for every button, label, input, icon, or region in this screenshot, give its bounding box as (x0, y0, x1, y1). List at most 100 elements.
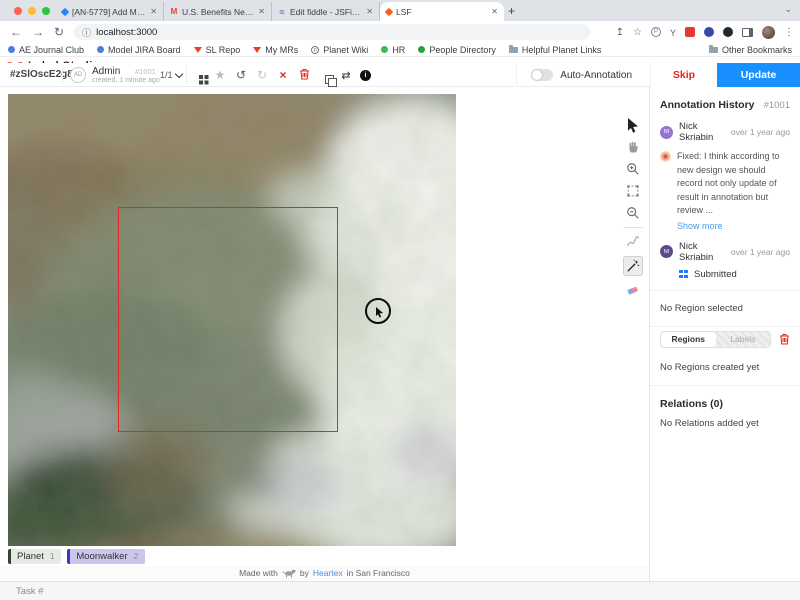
rectangle-region[interactable] (118, 207, 338, 432)
submitted-status: Submitted (650, 265, 800, 290)
image-canvas[interactable] (8, 94, 456, 546)
zoom-out-tool-icon[interactable] (623, 205, 643, 221)
submitted-icon (679, 270, 688, 279)
window-controls[interactable] (14, 7, 50, 15)
tab-jsfiddle[interactable]: Edit fiddle - JSFiddle - Code P ✕ (272, 2, 380, 21)
browser-menu-icon[interactable]: ⋮ (784, 27, 794, 38)
undo-icon[interactable]: ↺ (234, 68, 248, 82)
bookmark-hr[interactable]: HR (381, 45, 405, 55)
bookmark-people-directory[interactable]: People Directory (418, 45, 496, 55)
made-with-text: Made with (239, 568, 278, 578)
segmented-control: Regions Labels (660, 331, 771, 348)
regions-labels-switcher: Regions Labels (650, 327, 800, 356)
forward-icon[interactable]: → (32, 25, 44, 39)
bookmark-my-mrs[interactable]: My MRs (253, 45, 298, 55)
browser-tab-strip: [AN-5779] Add Magic Wand f ✕ U.S. Benefit… (0, 0, 800, 21)
share-icon[interactable]: ↥ (616, 27, 624, 38)
close-tab-icon[interactable]: ✕ (366, 7, 373, 16)
move-tool-icon[interactable] (623, 117, 643, 133)
reload-icon[interactable]: ↻ (54, 25, 64, 39)
magic-wand-tool-icon[interactable] (623, 256, 643, 276)
extension-red-icon[interactable] (685, 27, 695, 37)
site-info-icon[interactable]: ⓘ (82, 26, 91, 39)
history-entry[interactable]: NI Nick Skriabin over 1 year ago (650, 119, 800, 145)
tab-title: U.S. Benefits News - Open En (182, 7, 254, 17)
history-comment: Fixed: I think according to new design w… (650, 145, 800, 218)
auto-annotation-control: Auto-Annotation (516, 63, 650, 87)
fullscreen-window-icon[interactable] (42, 7, 50, 15)
ground-truth-star-icon[interactable]: ★ (213, 68, 227, 82)
extension-blue-icon[interactable] (704, 27, 714, 37)
browser-bookmarks-bar: AE Journal Club Model JIRA Board SL Repo… (0, 43, 800, 57)
zoom-in-tool-icon[interactable] (623, 161, 643, 177)
annotation-history-id: #1001 (764, 100, 790, 111)
pan-tool-icon[interactable] (623, 139, 643, 155)
tab-search-chevron-icon[interactable]: ⌄ (784, 4, 792, 15)
reset-icon[interactable]: × (276, 68, 290, 82)
brush-cursor (365, 298, 391, 324)
url-text[interactable]: localhost:3000 (96, 27, 157, 38)
new-tab-button[interactable]: + (508, 4, 515, 18)
right-sidebar: Annotation History #1001 NI Nick Skriabi… (649, 87, 800, 581)
other-bookmarks[interactable]: Other Bookmarks (709, 45, 792, 55)
annotation-history-header: Annotation History #1001 (650, 87, 800, 119)
tab-gmail[interactable]: U.S. Benefits News - Open En ✕ (164, 2, 272, 21)
fit-screen-tool-icon[interactable] (623, 183, 643, 199)
bookmark-sl-repo[interactable]: SL Repo (194, 45, 241, 55)
labels-tab[interactable]: Labels (716, 332, 771, 347)
chevron-down-icon[interactable] (175, 70, 183, 78)
compare-icon[interactable]: ⇄ (339, 69, 353, 82)
browser-action-icons: ↥ ☆ P ⋮ (616, 21, 794, 43)
label-chip-moonwalker[interactable]: Moonwalker2 (67, 549, 145, 564)
info-icon[interactable]: i (360, 70, 374, 81)
annotation-history-title: Annotation History (660, 99, 755, 111)
update-button[interactable]: Update (717, 63, 800, 87)
back-icon[interactable]: ← (10, 25, 22, 39)
extension-p-icon[interactable]: P (651, 27, 661, 37)
gmail-favicon-icon (170, 8, 178, 16)
tab-title: Edit fiddle - JSFiddle - Code P (290, 7, 362, 17)
bookmark-ae-journal-club[interactable]: AE Journal Club (8, 45, 84, 55)
bookmark-planet-wiki[interactable]: pPlanet Wiki (311, 45, 368, 55)
url-bar[interactable]: ⓘ localhost:3000 (74, 24, 590, 40)
close-tab-icon[interactable]: ✕ (150, 7, 157, 16)
auto-annotation-toggle[interactable] (531, 69, 553, 81)
close-tab-icon[interactable]: ✕ (491, 7, 498, 16)
annotation-counter: 1/1 (160, 70, 173, 80)
made-with-footer: Made with by Heartex in San Francisco (0, 566, 649, 580)
bookmark-label: Model JIRA Board (108, 45, 181, 55)
delete-annotation-icon[interactable] (297, 68, 311, 83)
tab-jira[interactable]: [AN-5779] Add Magic Wand f ✕ (56, 2, 164, 21)
close-tab-icon[interactable]: ✕ (258, 7, 265, 16)
skip-button[interactable]: Skip (650, 63, 717, 87)
extension-dark-icon[interactable] (723, 27, 733, 37)
bookmark-helpful-planet-links[interactable]: Helpful Planet Links (509, 45, 602, 55)
other-bookmarks-label: Other Bookmarks (722, 45, 792, 55)
brush-tool-icon[interactable] (623, 234, 643, 250)
label-chip-planet[interactable]: Planet1 (8, 549, 61, 564)
browser-profile-avatar[interactable] (762, 26, 775, 39)
admin-avatar: AD (70, 67, 86, 83)
delete-regions-icon[interactable] (779, 333, 790, 345)
bookmark-model-jira-board[interactable]: Model JIRA Board (97, 45, 181, 55)
regions-tab[interactable]: Regions (661, 332, 716, 347)
eraser-tool-icon[interactable] (623, 282, 643, 298)
tab-lsf-active[interactable]: LSF✕ (380, 2, 504, 21)
tool-palette (619, 117, 646, 298)
bookmark-star-icon[interactable]: ☆ (633, 27, 642, 38)
side-panel-icon[interactable] (742, 28, 753, 37)
tab-title: [AN-5779] Add Magic Wand f (72, 7, 146, 17)
history-time: over 1 year ago (731, 127, 790, 137)
heartex-link[interactable]: Heartex (313, 568, 343, 578)
location-text: in San Francisco (347, 568, 410, 578)
extension-y-icon[interactable] (670, 23, 676, 41)
redo-icon[interactable]: ↻ (255, 68, 269, 82)
minimize-window-icon[interactable] (28, 7, 36, 15)
history-time: over 1 year ago (731, 247, 790, 257)
history-entry[interactable]: NI Nick Skriabin over 1 year ago (650, 239, 800, 265)
show-more-link[interactable]: Show more (650, 218, 800, 239)
close-window-icon[interactable] (14, 7, 22, 15)
bookmark-label: HR (392, 45, 405, 55)
label-chips: Planet1 Moonwalker2 (8, 549, 145, 564)
bookmark-label: People Directory (429, 45, 496, 55)
